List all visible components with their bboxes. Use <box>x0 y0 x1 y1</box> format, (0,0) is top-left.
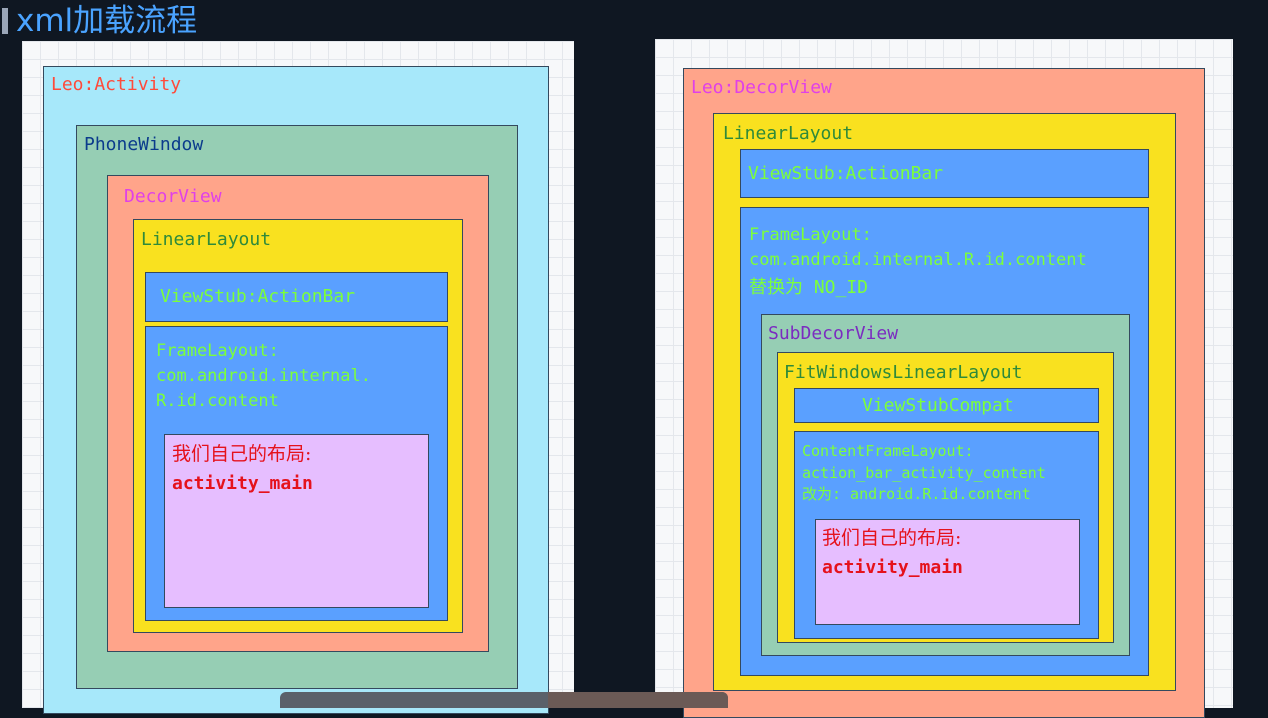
video-control-bar-end[interactable] <box>548 692 728 708</box>
content-frame-line2: action_bar_activity_content <box>802 464 1046 482</box>
right-frame-layout-line3: 替换为 NO_ID <box>749 277 869 298</box>
fit-windows-label: FitWindowsLinearLayout <box>784 362 1023 383</box>
frame-layout-label-line1: FrameLayout: <box>156 341 279 361</box>
right-view-stub-box: ViewStub:ActionBar <box>740 149 1149 198</box>
right-frame-layout-line2: com.android.internal.R.id.content <box>749 250 1087 270</box>
content-frame-box: ContentFrameLayout: action_bar_activity_… <box>794 431 1099 639</box>
right-linear-layout-box: LinearLayout ViewStub:ActionBar FrameLay… <box>713 113 1176 691</box>
right-frame-layout-line1: FrameLayout: <box>749 225 872 245</box>
decor-view-label: DecorView <box>124 186 222 207</box>
right-own-layout-line1: 我们自己的布局: <box>822 527 962 549</box>
linear-layout-box: LinearLayout ViewStub:ActionBar FrameLay… <box>133 219 463 633</box>
decor-view-root-box: Leo:DecorView LinearLayout ViewStub:Acti… <box>683 68 1205 718</box>
linear-layout-label: LinearLayout <box>141 229 272 250</box>
sub-decor-view-box: SubDecorView FitWindowsLinearLayout View… <box>761 314 1130 656</box>
view-stub-box: ViewStub:ActionBar <box>145 272 448 322</box>
left-diagram-panel: Leo:Activity PhoneWindow DecorView Linea… <box>22 41 574 714</box>
right-view-stub-label: ViewStub:ActionBar <box>748 163 944 184</box>
view-stub-compat-box: ViewStubCompat <box>794 388 1099 423</box>
frame-layout-box: FrameLayout: com.android.internal. R.id.… <box>145 326 448 621</box>
fit-windows-box: FitWindowsLinearLayout ViewStubCompat Co… <box>777 352 1114 643</box>
own-layout-label-line1: 我们自己的布局: <box>172 443 312 465</box>
content-frame-line1: ContentFrameLayout: <box>802 442 974 460</box>
right-frame-layout-box: FrameLayout: com.android.internal.R.id.c… <box>740 207 1149 676</box>
right-own-layout-line2: activity_main <box>822 557 963 578</box>
title-marker <box>2 8 8 34</box>
decor-view-root-label: Leo:DecorView <box>691 77 832 98</box>
content-frame-line3: 改为: android.R.id.content <box>802 485 1031 503</box>
own-layout-label-line2: activity_main <box>172 473 313 494</box>
right-linear-layout-label: LinearLayout <box>723 123 854 144</box>
right-diagram-panel: Leo:DecorView LinearLayout ViewStub:Acti… <box>655 39 1233 718</box>
phone-window-label: PhoneWindow <box>84 134 204 155</box>
slide-title: xml加载流程 <box>16 3 198 39</box>
view-stub-compat-label: ViewStubCompat <box>862 395 1014 416</box>
slide-title-bar: xml加载流程 <box>0 0 420 39</box>
frame-layout-label-line3: R.id.content <box>156 391 279 411</box>
decor-view-box: DecorView LinearLayout ViewStub:ActionBa… <box>107 175 489 652</box>
sub-decor-view-label: SubDecorView <box>768 323 899 344</box>
activity-label: Leo:Activity <box>51 74 182 95</box>
right-own-layout-box: 我们自己的布局: activity_main <box>815 519 1080 625</box>
activity-box: Leo:Activity PhoneWindow DecorView Linea… <box>43 66 549 714</box>
view-stub-label: ViewStub:ActionBar <box>160 286 356 307</box>
phone-window-box: PhoneWindow DecorView LinearLayout ViewS… <box>76 125 518 689</box>
own-layout-box: 我们自己的布局: activity_main <box>164 434 429 608</box>
frame-layout-label-line2: com.android.internal. <box>156 366 371 386</box>
